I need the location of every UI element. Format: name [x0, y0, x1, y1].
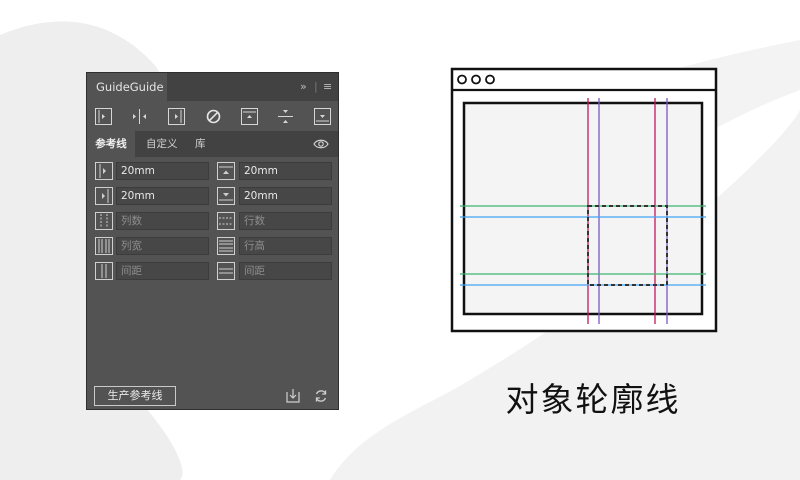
columns-icon — [95, 212, 113, 230]
clear-guides-icon[interactable] — [205, 108, 222, 125]
column-gutter-input[interactable]: 间距 — [116, 262, 209, 280]
horizontal-midpoint-guide-icon[interactable] — [277, 108, 294, 125]
columns-input[interactable]: 列数 — [116, 212, 209, 230]
row-height-icon — [217, 237, 235, 255]
right-margin-input[interactable]: 20mm — [116, 187, 209, 205]
collapse-panel-icon[interactable]: » — [300, 73, 307, 101]
panel-titlebar: GuideGuide » | ≡ — [87, 73, 338, 101]
panel-title-tab[interactable]: GuideGuide — [87, 73, 167, 101]
eye-icon[interactable] — [313, 136, 329, 152]
tab-custom[interactable]: 自定义 — [146, 131, 178, 157]
row-height-input[interactable]: 行高 — [239, 237, 332, 255]
panel-menu-icon[interactable]: ≡ — [323, 73, 332, 101]
save-set-icon[interactable] — [285, 388, 301, 404]
titlebar-divider: | — [314, 80, 318, 93]
caption: 对象轮廓线 — [505, 380, 681, 419]
right-margin-icon — [95, 187, 113, 205]
refresh-icon[interactable] — [313, 388, 329, 404]
panel-tabs: 参考线 自定义 库 — [87, 131, 338, 157]
guide-toolbar — [87, 101, 338, 131]
bottom-margin-input[interactable]: 20mm — [239, 187, 332, 205]
top-edge-guide-icon[interactable] — [241, 108, 258, 125]
rows-input[interactable]: 行数 — [239, 212, 332, 230]
row-gutter-input[interactable]: 间距 — [239, 262, 332, 280]
object-outline-illustration — [450, 67, 718, 333]
column-width-icon — [95, 237, 113, 255]
bottom-edge-guide-icon[interactable] — [314, 108, 331, 125]
tab-guides[interactable]: 参考线 — [87, 131, 135, 157]
tab-library[interactable]: 库 — [195, 131, 206, 157]
column-width-input[interactable]: 列宽 — [116, 237, 209, 255]
vertical-midpoint-guide-icon[interactable] — [131, 108, 148, 125]
column-gutter-icon — [95, 262, 113, 280]
left-margin-icon — [95, 162, 113, 180]
generate-guides-button[interactable]: 生产参考线 — [94, 386, 176, 406]
right-edge-guide-icon[interactable] — [168, 108, 185, 125]
bottom-margin-icon — [217, 187, 235, 205]
row-gutter-icon — [217, 262, 235, 280]
top-margin-input[interactable]: 20mm — [239, 162, 332, 180]
rows-icon — [217, 212, 235, 230]
top-margin-icon — [217, 162, 235, 180]
left-margin-input[interactable]: 20mm — [116, 162, 209, 180]
guideguide-panel: GuideGuide » | ≡ 参考线 自定义 库 20mm 20mm 20m… — [86, 72, 339, 410]
left-edge-guide-icon[interactable] — [95, 108, 112, 125]
